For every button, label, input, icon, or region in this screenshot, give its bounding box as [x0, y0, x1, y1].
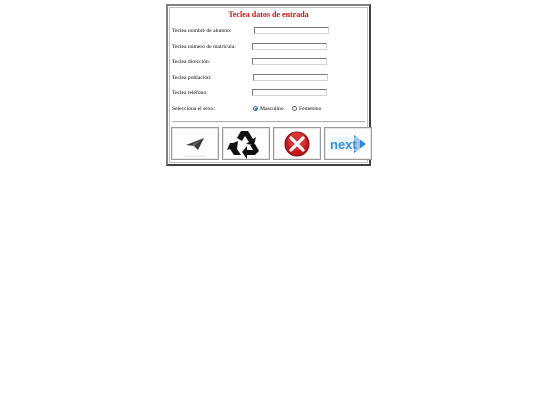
student-form-panel: Teclea datos de entrada Teclea nombre de…: [166, 4, 372, 166]
name-input[interactable]: [254, 27, 329, 34]
phone-label: Teclea teléfono:: [172, 90, 208, 96]
enrollment-number-label: Teclea número de matrícula:: [172, 44, 236, 50]
sex-radio-male[interactable]: [253, 106, 258, 111]
divider: [172, 121, 365, 123]
next-button[interactable]: next: [324, 127, 372, 160]
recycle-icon: [227, 130, 259, 159]
paper-plane-icon: [184, 137, 206, 156]
sex-label: Selecciona el sexo:: [172, 106, 215, 112]
sex-option-male-label: Masculino: [260, 106, 284, 112]
next-arrow-icon: next: [330, 134, 366, 153]
send-button[interactable]: [171, 127, 219, 160]
sex-radio-female[interactable]: [292, 106, 297, 111]
sex-option-female-label: Femenino: [299, 106, 322, 112]
reset-button[interactable]: [222, 127, 270, 160]
enrollment-number-input[interactable]: [252, 43, 327, 50]
town-label: Teclea población:: [172, 75, 212, 81]
phone-input[interactable]: [252, 89, 327, 96]
form-title: Teclea datos de entrada: [228, 10, 309, 19]
address-label: Teclea dirección:: [172, 59, 211, 65]
town-input[interactable]: [253, 74, 328, 81]
cancel-button[interactable]: [273, 127, 321, 160]
form-inner-border: Teclea datos de entrada Teclea nombre de…: [169, 7, 372, 163]
address-input[interactable]: [252, 58, 327, 65]
red-x-icon: [284, 131, 310, 156]
name-label: Teclea nombre de alumno:: [172, 28, 232, 34]
next-button-label: next: [330, 137, 357, 152]
